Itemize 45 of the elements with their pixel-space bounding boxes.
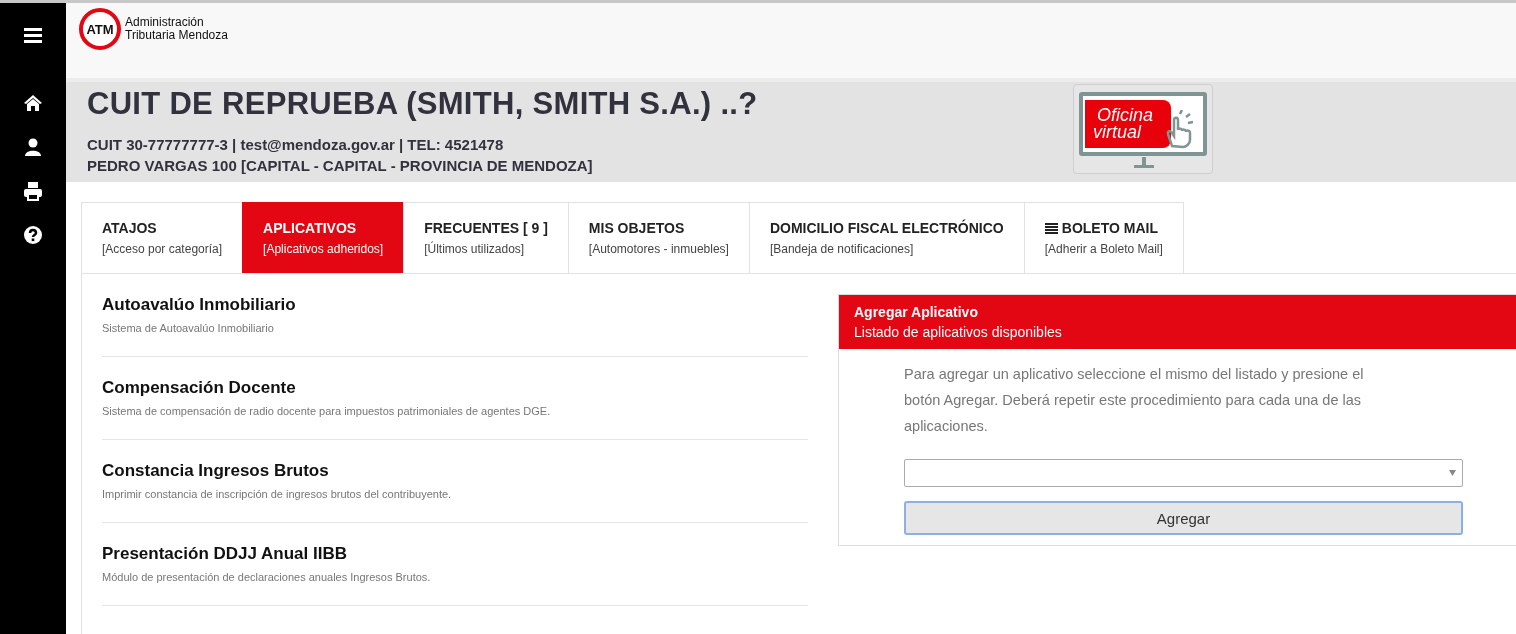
tab-label: DOMICILIO FISCAL ELECTRÓNICO bbox=[769, 220, 1004, 236]
tab[interactable]: FRECUENTES [ 9 ] [Últimos utilizados] bbox=[403, 202, 569, 273]
app-description: Sistema de compensación de radio docente para impuestos patrimoniales de agentes DGE. bbox=[102, 405, 552, 417]
tab-label: ATAJOS bbox=[102, 220, 157, 236]
panel-title: Agregar Aplicativo bbox=[854, 304, 979, 320]
app-name[interactable]: Compensación Docente bbox=[102, 378, 808, 398]
list-icon bbox=[1044, 222, 1058, 234]
monitor-stand-icon bbox=[1134, 157, 1154, 169]
tab-label: FRECUENTES [ 9 ] bbox=[424, 220, 548, 236]
app-name[interactable]: Presentación DDJJ Anual IIBB bbox=[102, 544, 808, 564]
app-name[interactable]: Constancia Ingresos Brutos bbox=[102, 461, 808, 481]
tab-subtitle: [Aplicativos adheridos] bbox=[263, 242, 384, 256]
tab-label: APLICATIVOS bbox=[263, 220, 357, 236]
dropdown-caret-icon bbox=[1449, 470, 1456, 476]
logo-text: Tributaria Mendoza bbox=[125, 29, 228, 42]
tab-subtitle: [Bandeja de notificaciones] bbox=[769, 242, 915, 256]
app-description: Imprimir constancia de inscripción de ingresos brutos del contribuyente. bbox=[102, 488, 453, 500]
logo-text: Administración bbox=[125, 16, 205, 29]
help-icon[interactable] bbox=[23, 225, 43, 245]
app-select-field[interactable] bbox=[904, 459, 1463, 487]
home-icon[interactable] bbox=[23, 93, 43, 113]
panel-subtitle: Listado de aplicativos disponibles bbox=[854, 324, 1063, 340]
address-line: PEDRO VARGAS 100 [CAPITAL - CAPITAL - PROVINCIA DE MENDOZA] bbox=[87, 156, 594, 176]
taxpayer-title: CUIT DE REPRUEBA (SMITH, SMITH S.A.) ..? bbox=[87, 86, 758, 122]
app-description: Módulo de presentación de declaraciones anuales Ingresos Brutos. bbox=[102, 571, 432, 583]
tab-subtitle: [Últimos utilizados] bbox=[424, 242, 526, 256]
oficina-virtual-button[interactable]: Oficina virtual bbox=[1073, 84, 1213, 174]
menu-icon[interactable] bbox=[23, 25, 43, 45]
print-icon[interactable] bbox=[23, 181, 43, 201]
tab[interactable]: BOLETO MAIL [Adherir a Boleto Mail] bbox=[1023, 202, 1184, 273]
contact-line: CUIT 30-77777777-3 | test@mendoza.gov.ar | TEL: 4521478 bbox=[87, 135, 505, 155]
app-description: Sistema de Autoavalúo Inmobiliario bbox=[102, 322, 275, 334]
tab-subtitle: [Automotores - inmuebles] bbox=[588, 242, 729, 256]
logo-mark: ATM bbox=[79, 8, 121, 50]
tab[interactable]: APLICATIVOS [Aplicativos adheridos] bbox=[242, 202, 405, 273]
tab-subtitle: [Adherir a Boleto Mail] bbox=[1044, 242, 1163, 256]
tab-label: BOLETO MAIL bbox=[1061, 220, 1158, 236]
tab-subtitle: [Acceso por categoría] bbox=[102, 242, 223, 256]
tab[interactable]: ATAJOS [Acceso por categoría] bbox=[81, 202, 244, 273]
instructions-text: Para agregar un aplicativo seleccione el mismo del listado y presione el botón Agregar. Deberá repetir este procedimiento para cada una de las aplicaciones. bbox=[904, 365, 1365, 436]
tab-label: MIS OBJETOS bbox=[588, 220, 685, 236]
user-icon[interactable] bbox=[23, 137, 43, 157]
add-button[interactable]: Agregar bbox=[904, 501, 1463, 535]
pointing-hand-icon bbox=[1166, 110, 1196, 150]
app-name[interactable]: Autoavalúo Inmobiliario bbox=[102, 295, 808, 315]
